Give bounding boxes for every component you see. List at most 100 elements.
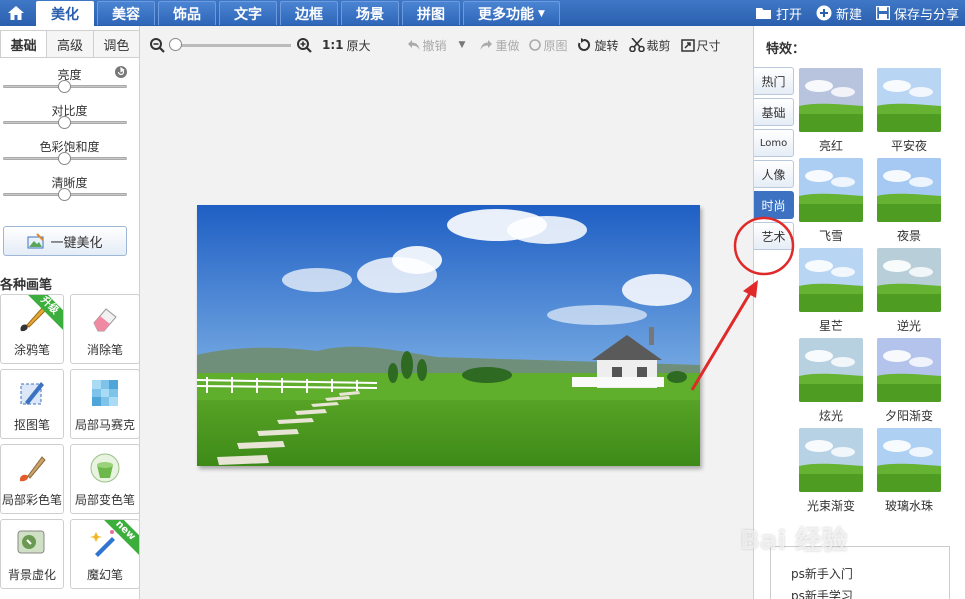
effect-preview [799, 428, 863, 492]
tab-accessories[interactable]: 饰品 [158, 1, 216, 25]
effect-thumb[interactable]: 星芒 [799, 248, 863, 338]
brush-magic[interactable]: new 魔幻笔 [70, 519, 140, 589]
zoom-out-icon[interactable] [150, 37, 165, 53]
contrast-slider[interactable] [3, 116, 127, 129]
tab-collage[interactable]: 拼图 [402, 1, 460, 25]
effects-title: 特效： [766, 42, 806, 57]
slider-label: 色彩饱和度 [39, 140, 100, 154]
slider-label: 对比度 [51, 104, 88, 118]
effect-thumb[interactable]: 玻璃水珠 [877, 428, 941, 518]
effect-thumb[interactable]: 炫光 [799, 338, 863, 428]
new-button[interactable]: 新建 [816, 4, 862, 23]
baidu-watermark: Bai 经验 [740, 526, 848, 556]
zoom-slider-knob[interactable] [169, 37, 182, 51]
effect-label: 飞雪 [818, 229, 843, 243]
brush-cutout[interactable]: 抠图笔 [0, 369, 64, 439]
saturation-slider[interactable] [3, 152, 127, 165]
subtab-color[interactable]: 调色 [92, 30, 140, 57]
slider-knob[interactable] [58, 188, 71, 201]
effect-label: 平安夜 [890, 139, 927, 153]
category-lomo[interactable]: Lomo [754, 129, 794, 157]
tab-text[interactable]: 文字 [219, 1, 277, 25]
brush-local-color[interactable]: 局部彩色笔 [0, 444, 64, 514]
brush-background-blur[interactable]: 背景虚化 [0, 519, 64, 589]
category-basic[interactable]: 基础 [754, 98, 794, 126]
tab-more-features[interactable]: 更多功能 ▼ [463, 1, 560, 25]
left-adjust-panel: 基础 高级 调色 亮度 对比度 色彩饱和度 清晰度 一键美化 各种画笔 升级 涂… [0, 26, 140, 599]
brush-eraser[interactable]: 消除笔 [70, 294, 140, 364]
reset-icon[interactable] [115, 66, 127, 82]
effect-preview [877, 248, 941, 312]
effect-thumb[interactable]: 亮红 [799, 68, 863, 158]
resize-icon [680, 38, 695, 52]
brush-local-recolor[interactable]: 局部变色笔 [70, 444, 140, 514]
open-button[interactable]: 打开 [755, 4, 802, 23]
cutout-pen-icon [20, 382, 44, 405]
effect-thumb[interactable]: 夕阳渐变 [877, 338, 941, 428]
rotate-button[interactable]: 旋转 [577, 37, 619, 54]
effect-label: 亮红 [818, 139, 843, 153]
help-link[interactable]: ps新手学习 [791, 585, 949, 599]
slider-knob[interactable] [58, 80, 71, 93]
brush-mosaic[interactable]: 局部马赛克 [70, 369, 140, 439]
crop-button[interactable]: 裁剪 [628, 37, 671, 54]
category-portrait[interactable]: 人像 [754, 160, 794, 188]
rotate-icon [578, 38, 591, 51]
blur-photo-icon [17, 530, 45, 554]
brightness-slider[interactable] [3, 80, 127, 93]
original-image-button[interactable]: 原图 [529, 37, 567, 54]
effect-thumb[interactable]: 光束渐变 [799, 428, 863, 518]
subtab-basic[interactable]: 基础 [0, 30, 48, 57]
original-size-button[interactable]: 原大 [347, 37, 371, 54]
brush-doodle[interactable]: 升级 涂鸦笔 [0, 294, 64, 364]
zoom-in-icon[interactable] [297, 37, 312, 53]
save-share-button[interactable]: 保存与分享 [875, 4, 959, 23]
actual-size-ratio[interactable]: 1:1 [322, 38, 344, 52]
effect-thumb[interactable]: 逆光 [877, 248, 941, 338]
effect-label: 星芒 [818, 319, 843, 333]
contrast-slider-group: 对比度 [0, 102, 139, 138]
slider-knob[interactable] [58, 152, 71, 165]
tab-scene[interactable]: 场景 [341, 1, 399, 25]
slider-knob[interactable] [58, 116, 71, 129]
effects-panel: 特效： 热门 基础 Lomo 人像 时尚 艺术 亮红 平安夜 飞雪 夜景 星芒 … [753, 26, 965, 599]
effect-label: 炫光 [818, 409, 843, 423]
category-art[interactable]: 艺术 [754, 222, 794, 250]
effect-thumb[interactable]: 平安夜 [877, 68, 941, 158]
effect-thumb[interactable]: 夜景 [877, 158, 941, 248]
resize-button[interactable]: 尺寸 [680, 37, 721, 54]
category-hot[interactable]: 热门 [754, 67, 794, 95]
effect-preview [799, 248, 863, 312]
slider-label: 清晰度 [51, 176, 88, 190]
magic-photo-icon [27, 233, 45, 249]
redo-button[interactable]: 重做 [479, 37, 519, 54]
image-toolbar: 1:1 原大 撤销 ▼ 重做 原图 旋转 裁剪 尺寸 [141, 26, 753, 64]
effect-preview [799, 158, 863, 222]
effect-thumb[interactable]: 飞雪 [799, 158, 863, 248]
zoom-slider[interactable] [169, 37, 291, 51]
help-link[interactable]: ps新手入门 [791, 563, 949, 585]
effect-label: 玻璃水珠 [884, 499, 933, 513]
photo-canvas[interactable] [197, 205, 700, 466]
brush-section-title: 各种画笔 [0, 278, 53, 293]
redo-icon [480, 40, 493, 50]
effect-preview [877, 68, 941, 132]
subtab-advanced[interactable]: 高级 [46, 30, 94, 57]
tab-border[interactable]: 边框 [280, 1, 338, 25]
effect-label: 夜景 [896, 229, 921, 243]
undo-dropdown-icon[interactable]: ▼ [459, 40, 466, 50]
mosaic-icon [92, 380, 118, 406]
color-brush-icon [19, 456, 46, 482]
undo-button[interactable]: 撤销 ▼ [407, 37, 466, 54]
category-fashion[interactable]: 时尚 [754, 191, 794, 219]
folder-icon [755, 7, 771, 19]
sharpness-slider-group: 清晰度 [0, 174, 139, 210]
top-menu-bar: 美化 美容 饰品 文字 边框 场景 拼图 更多功能 ▼ 打开 新建 保存与分享 [0, 0, 965, 26]
home-button[interactable] [0, 0, 32, 26]
tab-beautify[interactable]: 美化 [36, 1, 94, 26]
effect-preview [877, 428, 941, 492]
tab-makeup[interactable]: 美容 [97, 1, 155, 25]
one-key-beautify-button[interactable]: 一键美化 [3, 226, 127, 256]
landscape-photo [197, 205, 700, 466]
sharpness-slider[interactable] [3, 188, 127, 201]
